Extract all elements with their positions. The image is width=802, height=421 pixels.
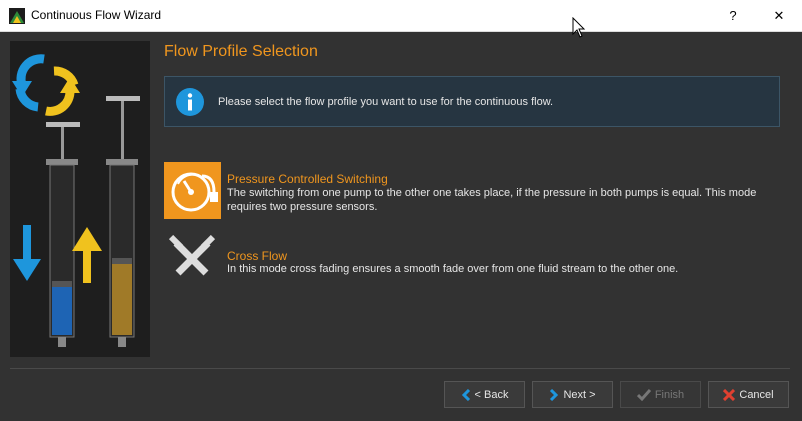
close-button[interactable]: ✕ xyxy=(756,0,802,31)
title-bar[interactable]: Continuous Flow Wizard ? ✕ xyxy=(0,0,802,38)
syringe-pumps-illustration xyxy=(10,41,150,357)
back-button[interactable]: < Back xyxy=(444,381,525,408)
gauge-icon xyxy=(164,162,221,219)
option-description: In this mode cross fading ensures a smoo… xyxy=(227,263,679,275)
finish-button-label: Finish xyxy=(654,388,685,401)
chevron-right-icon xyxy=(550,388,559,401)
cross-tools-icon xyxy=(168,235,216,276)
close-x-icon xyxy=(723,388,736,401)
window-title: Continuous Flow Wizard xyxy=(31,8,162,22)
help-button[interactable]: ? xyxy=(710,0,756,31)
info-icon xyxy=(176,88,204,116)
info-box: Please select the flow profile you want … xyxy=(164,76,780,127)
next-button[interactable]: Next > xyxy=(532,381,613,408)
next-button-label: Next > xyxy=(563,388,596,401)
page-title: Flow Profile Selection xyxy=(164,43,318,60)
option-pressure-controlled-switching[interactable]: Pressure Controlled Switching The switch… xyxy=(164,162,784,219)
chevron-left-icon xyxy=(461,388,470,401)
back-button-label: < Back xyxy=(474,388,509,401)
option-cross-flow[interactable]: Cross Flow In this mode cross fading ens… xyxy=(164,235,784,281)
footer-separator xyxy=(10,368,790,369)
cancel-button-label: Cancel xyxy=(739,388,774,401)
finish-button[interactable]: Finish xyxy=(620,381,701,408)
option-description: The switching from one pump to the other… xyxy=(227,187,757,213)
option-title: Pressure Controlled Switching xyxy=(227,172,388,186)
checkmark-icon xyxy=(636,388,651,401)
cancel-button[interactable]: Cancel xyxy=(708,381,789,408)
app-icon xyxy=(9,8,25,24)
option-title: Cross Flow xyxy=(227,249,288,263)
wizard-window: Continuous Flow Wizard ? ✕ Flow Profile … xyxy=(0,0,802,421)
info-text: Please select the flow profile you want … xyxy=(218,96,554,108)
mouse-cursor-icon xyxy=(572,17,586,38)
